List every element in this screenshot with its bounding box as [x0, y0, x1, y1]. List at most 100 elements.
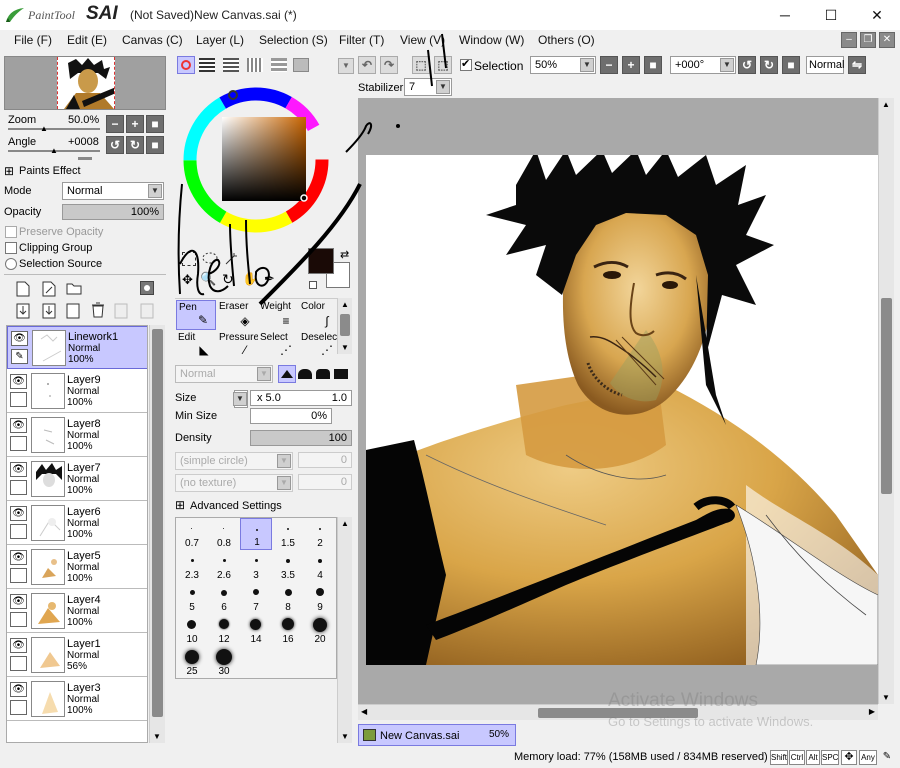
- scroll-left-arrow-icon[interactable]: ◀: [361, 707, 367, 716]
- brush-shape-select[interactable]: (simple circle) ▼: [175, 452, 293, 470]
- zoom-slider[interactable]: [8, 128, 100, 130]
- merge-down-icon[interactable]: [42, 303, 56, 319]
- lasso-icon[interactable]: [202, 252, 218, 266]
- scroll-down-arrow-icon[interactable]: ▼: [341, 732, 349, 741]
- scratchpad-tab-icon[interactable]: [293, 58, 309, 72]
- layer-lock-box[interactable]: [10, 612, 27, 627]
- scroll-up-arrow-icon[interactable]: ▲: [341, 300, 349, 309]
- zoom-tool-icon[interactable]: 🔍: [200, 271, 216, 287]
- transparent-color-icon[interactable]: [309, 281, 317, 289]
- scroll-up-arrow-icon[interactable]: ▲: [341, 519, 349, 528]
- brush-blend-select[interactable]: Normal ▼: [175, 365, 273, 383]
- brush-size-preset[interactable]: 16: [272, 614, 304, 646]
- toolbar-zoom-reset-button[interactable]: ■: [644, 56, 662, 74]
- brush-size-preset[interactable]: 0.8: [208, 518, 240, 550]
- angle-slider-handle-icon[interactable]: ▲: [50, 146, 58, 155]
- visibility-eye-icon[interactable]: 👁: [10, 550, 27, 565]
- tool-color[interactable]: Color ∫: [299, 300, 339, 330]
- rotate-tool-icon[interactable]: ↻: [222, 271, 234, 288]
- invert-selection-button[interactable]: ⬚: [434, 56, 452, 74]
- menu-canvas[interactable]: Canvas (C): [122, 33, 183, 47]
- layer-lock-box[interactable]: [10, 568, 27, 583]
- layer-option-b-icon[interactable]: [140, 303, 154, 319]
- expand-paints-effect-icon[interactable]: ⊞: [4, 164, 14, 178]
- clear-layer-icon[interactable]: [66, 303, 80, 319]
- brush-size-slider[interactable]: x 5.0 1.0: [250, 390, 352, 406]
- swap-colors-icon[interactable]: ⇄: [340, 248, 349, 261]
- scroll-down-arrow-icon[interactable]: ▼: [882, 693, 890, 702]
- layer-item-layer8[interactable]: 👁 Layer8 Normal 100%: [7, 414, 147, 457]
- density-slider[interactable]: 100: [250, 430, 352, 446]
- tool-grid-scrollbar[interactable]: ▲ ▼: [337, 298, 352, 354]
- toolbar-menu-dropdown[interactable]: ▼: [338, 58, 354, 74]
- menu-edit[interactable]: Edit (E): [67, 33, 107, 47]
- brush-size-preset[interactable]: 2.6: [208, 550, 240, 582]
- shape-flat-icon[interactable]: [334, 369, 348, 379]
- preserve-opacity-checkbox[interactable]: [5, 226, 17, 238]
- magic-wand-icon[interactable]: [224, 252, 238, 266]
- scroll-right-arrow-icon[interactable]: ▶: [869, 707, 875, 716]
- min-size-slider[interactable]: 0%: [250, 408, 332, 424]
- toolbar-rotate-reset-button[interactable]: ■: [782, 56, 800, 74]
- menu-selection[interactable]: Selection (S): [259, 33, 328, 47]
- layer-item-partial[interactable]: [7, 722, 147, 742]
- zoom-select[interactable]: 50% ▼: [530, 56, 596, 74]
- mdi-close-button[interactable]: ✕: [879, 32, 895, 48]
- color-wheel[interactable]: [182, 80, 336, 240]
- layer-item-layer1[interactable]: 👁 Layer1 Normal 56%: [7, 634, 147, 677]
- move-icon[interactable]: ✥: [182, 272, 193, 288]
- size-multiplier-dropdown[interactable]: ▼: [233, 390, 248, 408]
- pen-edit-icon[interactable]: ✎: [11, 349, 28, 364]
- primary-color-swatch[interactable]: [308, 248, 334, 274]
- new-folder-icon[interactable]: [66, 281, 82, 295]
- layer-lock-box[interactable]: [10, 392, 27, 407]
- hand-icon[interactable]: ✋: [242, 271, 258, 287]
- zoom-in-button[interactable]: +: [126, 115, 144, 133]
- rotate-reset-button[interactable]: ■: [146, 136, 164, 154]
- layer-item-layer7[interactable]: 👁 Layer7 Normal 100%: [7, 458, 147, 501]
- menu-view[interactable]: View (V): [400, 33, 445, 47]
- color-mixer-tab-icon[interactable]: [247, 58, 263, 72]
- brush-size-preset[interactable]: 25: [176, 646, 208, 678]
- visibility-eye-icon[interactable]: 👁: [11, 331, 28, 346]
- layer-lock-box[interactable]: [10, 524, 27, 539]
- document-tab[interactable]: New Canvas.sai 50%: [358, 724, 516, 746]
- brush-size-preset[interactable]: 9: [304, 582, 336, 614]
- mdi-minimize-button[interactable]: –: [841, 32, 857, 48]
- visibility-eye-icon[interactable]: 👁: [10, 374, 27, 389]
- brush-size-preset[interactable]: 2.3: [176, 550, 208, 582]
- selection-source-radio[interactable]: [5, 258, 17, 270]
- toolbar-rotate-left-button[interactable]: ↺: [738, 56, 756, 74]
- rotate-left-button[interactable]: ↺: [106, 136, 124, 154]
- brush-size-preset[interactable]: 5: [176, 582, 208, 614]
- maximize-button[interactable]: ☐: [808, 0, 854, 30]
- brush-size-preset[interactable]: 7: [240, 582, 272, 614]
- layer-mode-select[interactable]: Normal ▼: [62, 182, 164, 200]
- visibility-eye-icon[interactable]: 👁: [10, 594, 27, 609]
- toolbar-rotate-right-button[interactable]: ↻: [760, 56, 778, 74]
- new-linework-layer-icon[interactable]: [42, 281, 56, 297]
- brush-size-preset[interactable]: 14: [240, 614, 272, 646]
- flip-horizontal-button[interactable]: ⇋: [848, 56, 866, 74]
- layer-mask-icon[interactable]: [140, 281, 154, 295]
- visibility-eye-icon[interactable]: 👁: [10, 506, 27, 521]
- layer-item-layer9[interactable]: 👁 Layer9 Normal 100%: [7, 370, 147, 413]
- menu-filter[interactable]: Filter (T): [339, 33, 384, 47]
- layer-item-linework1[interactable]: 👁 ✎ Linework1 Normal 100%: [7, 326, 147, 369]
- rotate-right-button[interactable]: ↻: [126, 136, 144, 154]
- mdi-restore-button[interactable]: ❐: [860, 32, 876, 48]
- layer-lock-box[interactable]: [10, 480, 27, 495]
- redo-button[interactable]: ↷: [380, 56, 398, 74]
- navigator-preview[interactable]: [4, 56, 166, 110]
- visibility-eye-icon[interactable]: 👁: [10, 682, 27, 697]
- rect-select-icon[interactable]: [182, 252, 196, 266]
- delete-layer-icon[interactable]: [90, 302, 106, 318]
- swatches-tab-icon[interactable]: [271, 58, 287, 72]
- shape-soft-icon[interactable]: [316, 369, 330, 379]
- selection-visible-checkbox[interactable]: ✔: [460, 58, 472, 71]
- brush-size-preset[interactable]: 3.5: [272, 550, 304, 582]
- canvas-vscroll-thumb[interactable]: [881, 298, 892, 494]
- brush-texture-strength[interactable]: 0: [298, 474, 352, 490]
- zoom-out-button[interactable]: −: [106, 115, 124, 133]
- menu-file[interactable]: File (F): [14, 33, 52, 47]
